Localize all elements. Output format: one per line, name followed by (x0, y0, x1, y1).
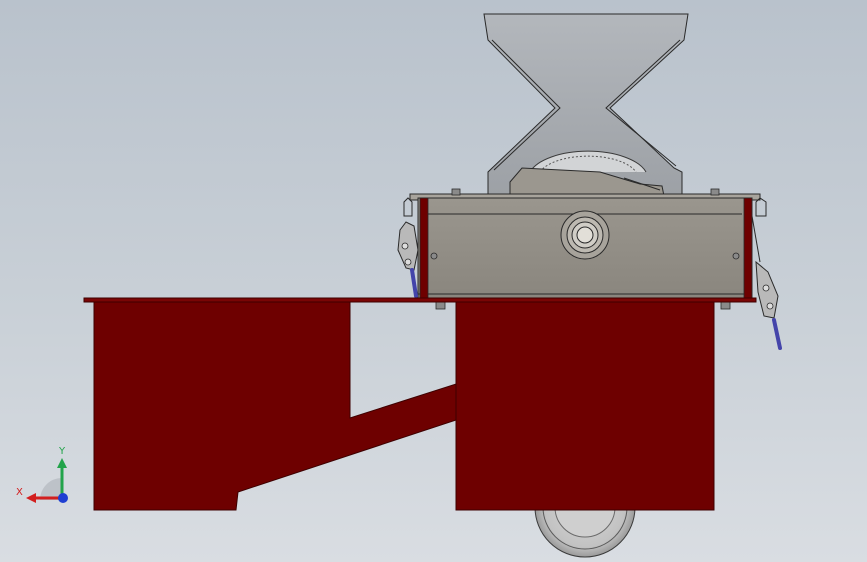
coordinate-triad: Y X (16, 446, 68, 503)
triad-x-label: X (16, 487, 23, 498)
right-frame-leg (455, 301, 715, 511)
right-clamp-latch (751, 197, 782, 350)
triad-y-label: Y (58, 446, 66, 457)
assembly-drawing: Y X (16, 13, 782, 558)
shaft-bearing (560, 210, 610, 260)
base-plate (83, 297, 757, 303)
left-frame-leg (93, 301, 457, 511)
cad-viewport[interactable]: Y X (0, 0, 867, 562)
left-clamp-latch (397, 197, 419, 298)
